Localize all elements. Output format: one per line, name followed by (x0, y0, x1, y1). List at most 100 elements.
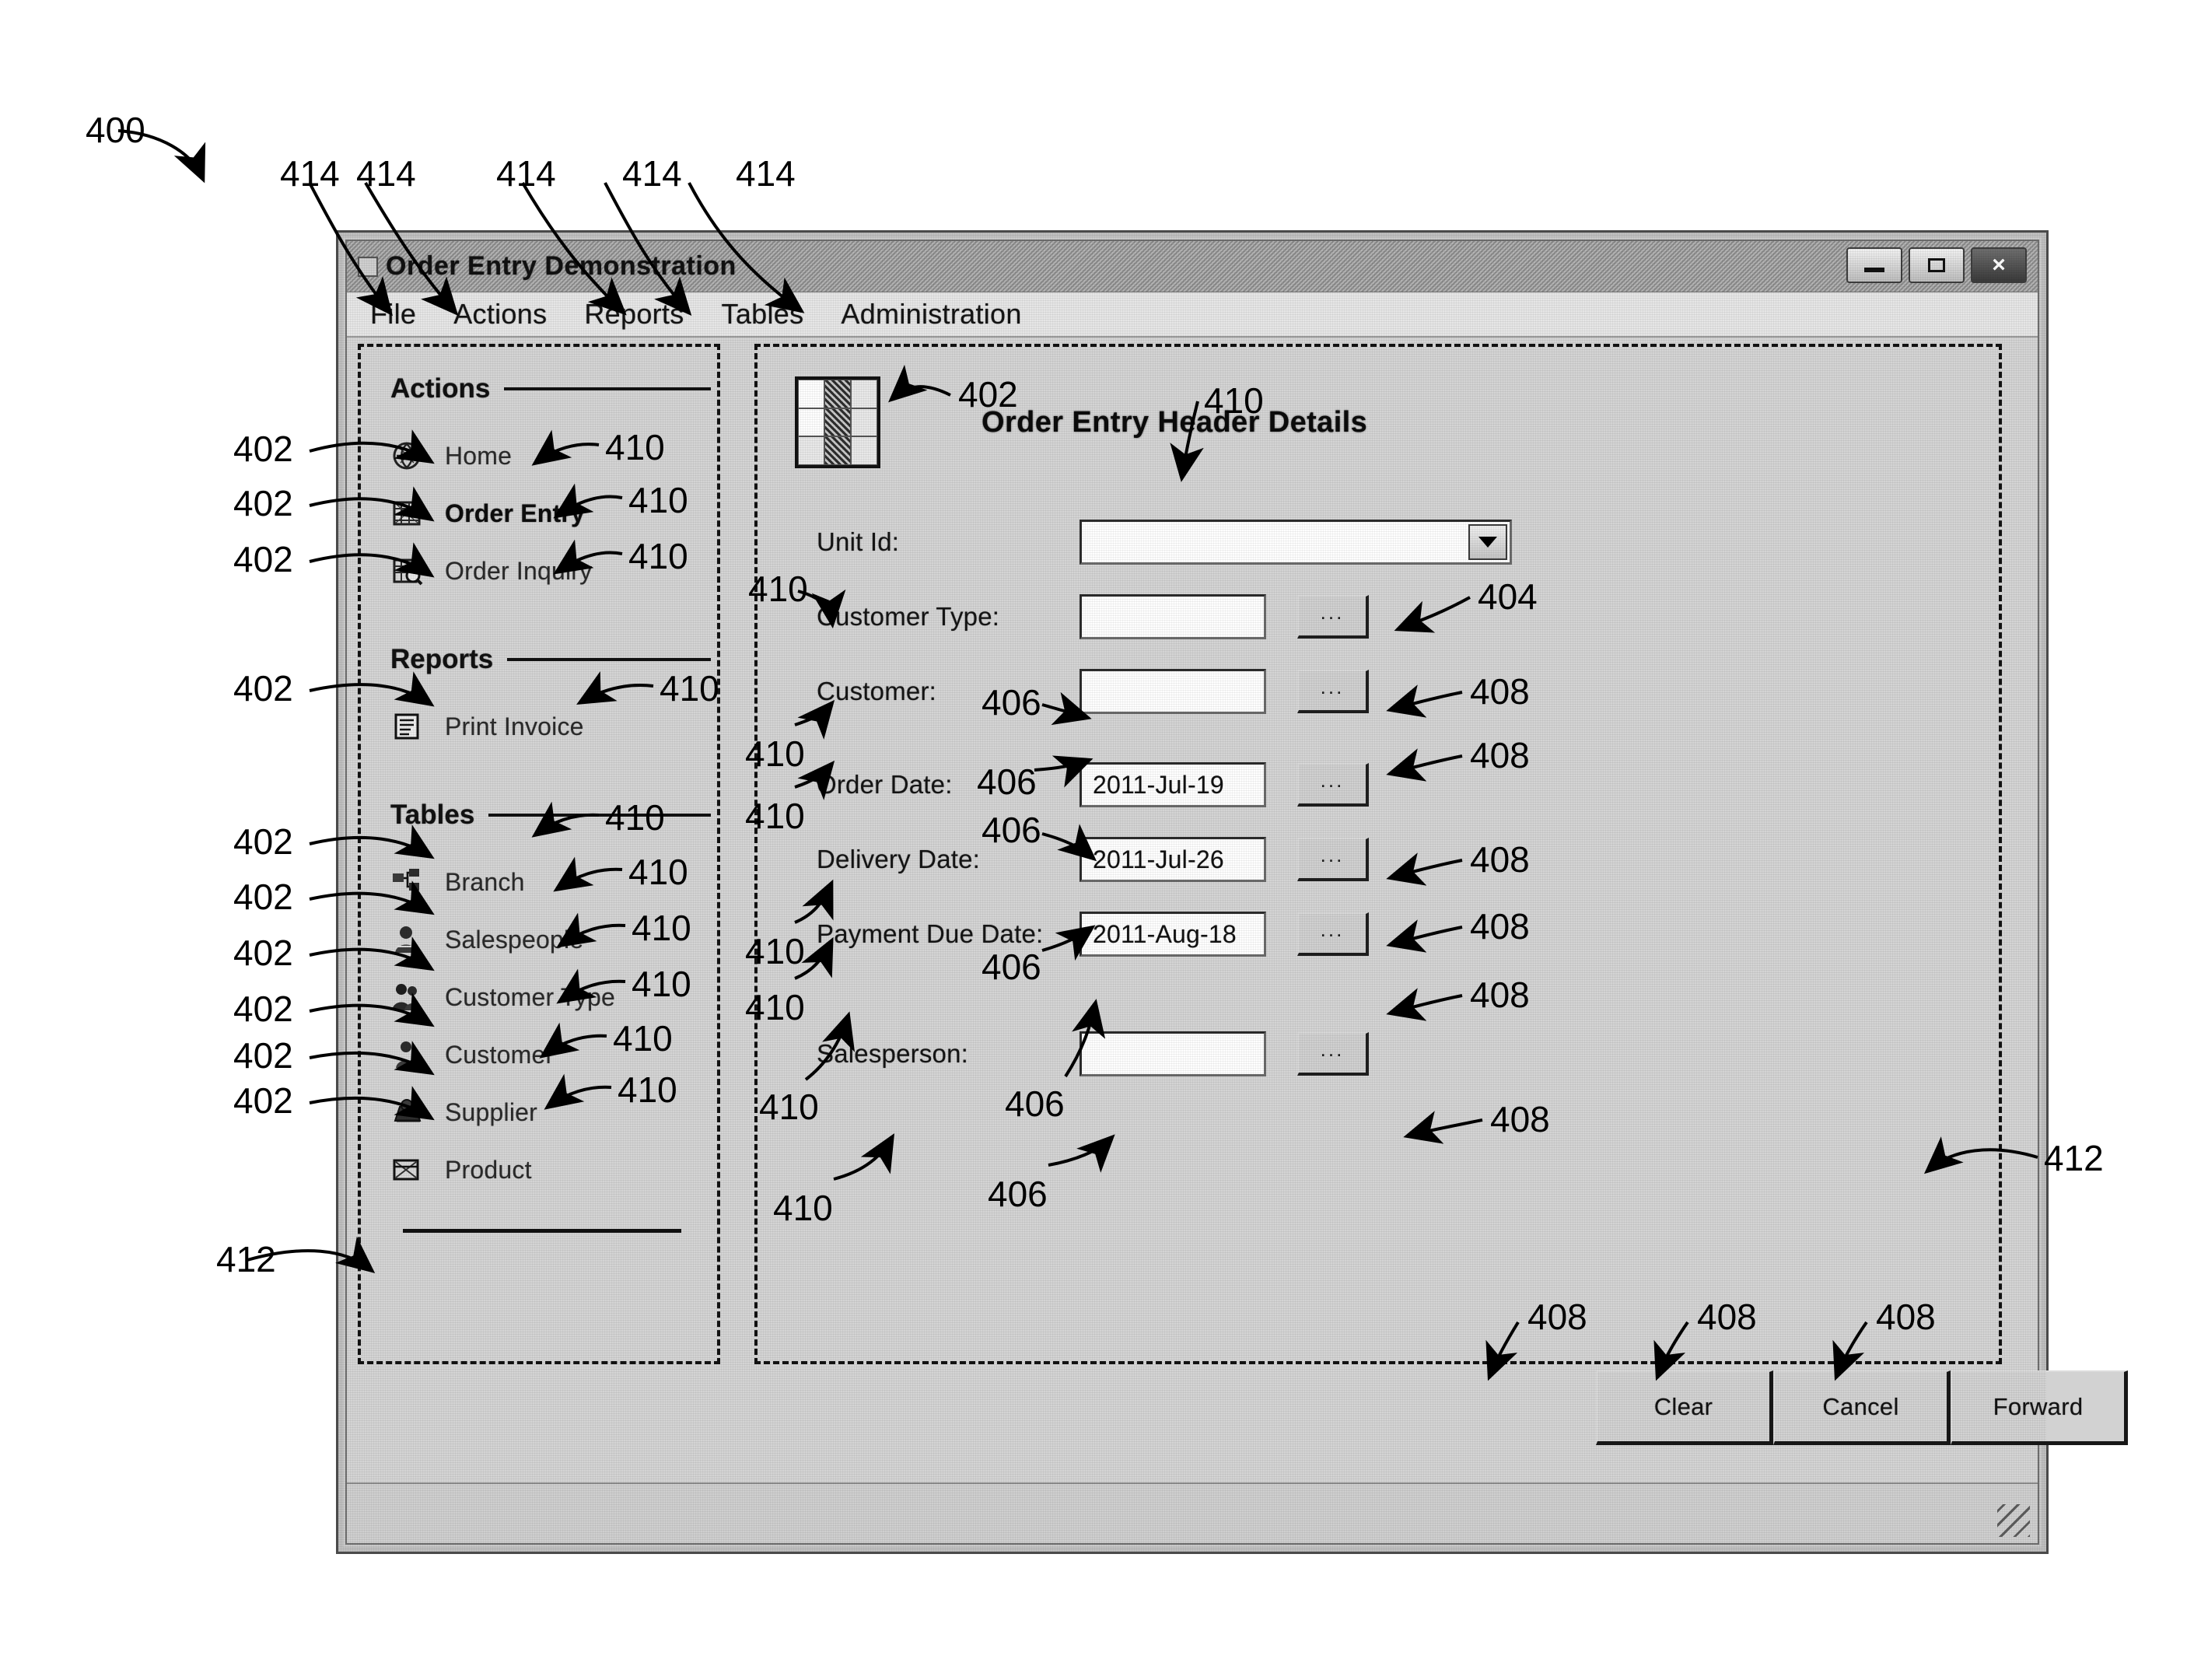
group-rule (507, 658, 711, 661)
ref-402-order-entry: 402 (233, 483, 293, 523)
window-title: Order Entry Demonstration (386, 251, 737, 281)
ref-408-customer: 408 (1470, 735, 1530, 775)
customer-type-icon (390, 981, 423, 1013)
close-icon: × (1992, 252, 2006, 278)
ref-404-combo: 404 (1478, 576, 1538, 617)
sidebar-item-label: Customer (445, 1040, 555, 1069)
ref-410-supplier: 410 (613, 1018, 673, 1059)
chevron-down-icon[interactable] (1468, 524, 1507, 560)
ref-402-home: 402 (233, 429, 293, 469)
forward-button[interactable]: Forward (1951, 1370, 2128, 1445)
product-icon (390, 1153, 423, 1186)
delivery-date-value: 2011-Jul-26 (1093, 845, 1224, 873)
ref-410-order-date: 410 (745, 931, 805, 971)
customer-type-label: Customer Type: (817, 602, 1000, 631)
panel-splitter[interactable] (725, 350, 748, 1482)
ref-410-print: 410 (660, 668, 719, 709)
home-icon (390, 439, 423, 472)
ref-408-pay-date: 408 (1470, 975, 1530, 1015)
resize-grip[interactable] (1997, 1504, 2030, 1537)
ref-408-cancel: 408 (1697, 1297, 1757, 1337)
order-date-browse-button[interactable]: ... (1297, 763, 1369, 807)
sidebar-item-label: Supplier (445, 1097, 538, 1126)
sidebar-item-label: Order Inquiry (445, 556, 593, 585)
customer-icon (390, 1038, 423, 1071)
ref-402-print: 402 (233, 668, 293, 709)
cancel-button[interactable]: Cancel (1773, 1370, 1951, 1445)
ref-402-cust-type: 402 (233, 933, 293, 973)
maximize-icon (1928, 258, 1945, 272)
ref-406-customer: 406 (977, 761, 1037, 802)
ref-406-order-date: 406 (982, 810, 1041, 850)
ref-410-salesperson: 410 (773, 1188, 833, 1228)
client-area: Actions Home Order Entry Order Inquiry R… (347, 338, 2128, 1482)
patent-figure: Order Entry Demonstration × File Actions (0, 0, 2187, 1680)
ref-402-salespeople: 402 (233, 877, 293, 917)
customer-type-browse-button[interactable]: ... (1297, 595, 1369, 639)
clear-button[interactable]: Clear (1596, 1370, 1773, 1445)
ref-410-branch: 410 (605, 797, 665, 838)
sidebar-item-label: Branch (445, 867, 525, 896)
dialog-button-row: Clear Cancel Forward (1596, 1370, 2128, 1445)
customer-browse-button[interactable]: ... (1297, 670, 1369, 713)
ref-402-panel-icon: 402 (958, 374, 1018, 415)
ref-410-deliv-date: 410 (745, 987, 805, 1027)
ref-410-cust-type-f: 410 (745, 733, 805, 774)
form-row-customer: Customer: ... (795, 669, 2025, 714)
sidebar-item-home[interactable]: Home (390, 431, 725, 481)
order-entry-icon (390, 497, 423, 530)
payment-due-date-label: Payment Due Date: (817, 919, 1044, 948)
window-controls: × (1846, 247, 2027, 283)
sidebar-item-label: Salespeople (445, 925, 584, 954)
salesperson-browse-button[interactable]: ... (1297, 1032, 1369, 1076)
form-row-salesperson: Salesperson: ... (795, 1031, 2025, 1076)
grid-table-icon (795, 376, 880, 468)
form-row-unit-id: Unit Id: (795, 520, 2025, 565)
ref-408-salesperson: 408 (1490, 1099, 1550, 1139)
order-date-input[interactable]: 2011-Jul-19 (1080, 762, 1266, 807)
salesperson-input[interactable] (1080, 1031, 1266, 1076)
form-row-payment-due-date: Payment Due Date: 2011-Aug-18 ... (795, 912, 2025, 957)
sidebar-item-label: Print Invoice (445, 712, 584, 740)
window-inner: Order Entry Demonstration × File Actions (345, 240, 2128, 1545)
menu-item-tables[interactable]: Tables (719, 296, 807, 332)
payment-due-date-input[interactable]: 2011-Aug-18 (1080, 912, 1266, 957)
minimize-button[interactable] (1846, 247, 1902, 283)
payment-due-date-browse-button[interactable]: ... (1297, 912, 1369, 956)
ref-410-panel-title: 410 (1204, 380, 1264, 421)
ref-408-forward: 408 (1876, 1297, 1936, 1337)
delivery-date-input[interactable]: 2011-Jul-26 (1080, 837, 1266, 882)
status-bar (347, 1482, 2038, 1543)
sidebar-group-actions-header: Actions (390, 373, 725, 404)
menu-item-actions[interactable]: Actions (450, 296, 550, 332)
ref-402-supplier: 402 (233, 1035, 293, 1076)
sidebar-item-label: Customer Type (445, 982, 615, 1011)
ref-408-deliv-date: 408 (1470, 906, 1530, 947)
menu-item-reports[interactable]: Reports (581, 296, 687, 332)
menu-bar: File Actions Reports Tables Administrati… (347, 292, 2038, 338)
order-date-value: 2011-Jul-19 (1093, 770, 1224, 799)
close-button[interactable]: × (1971, 247, 2027, 283)
app-icon (358, 256, 378, 277)
menu-item-administration[interactable]: Administration (838, 296, 1024, 332)
sidebar-item-product[interactable]: Product (390, 1145, 725, 1195)
customer-input[interactable] (1080, 669, 1266, 714)
maximize-button[interactable] (1909, 247, 1965, 283)
customer-type-input[interactable] (1080, 594, 1266, 639)
menu-item-file[interactable]: File (367, 296, 419, 332)
supplier-icon (390, 1096, 423, 1129)
ref-414-admin: 414 (736, 153, 796, 194)
ref-410-salespeople: 410 (628, 852, 688, 892)
sidebar-item-label: Home (445, 441, 513, 470)
sidebar-group-tables-header: Tables (390, 800, 725, 831)
salespeople-icon (390, 923, 423, 956)
main-panel: Order Entry Header Details Unit Id: Cust… (748, 350, 2128, 1482)
ref-410-customer: 410 (632, 964, 691, 1004)
ref-414-reports: 414 (496, 153, 556, 194)
ref-406-deliv-date: 406 (982, 947, 1041, 987)
unit-id-combo[interactable] (1080, 520, 1512, 565)
ref-410-product: 410 (618, 1069, 677, 1110)
delivery-date-browse-button[interactable]: ... (1297, 838, 1369, 881)
order-date-label: Order Date: (817, 770, 953, 799)
